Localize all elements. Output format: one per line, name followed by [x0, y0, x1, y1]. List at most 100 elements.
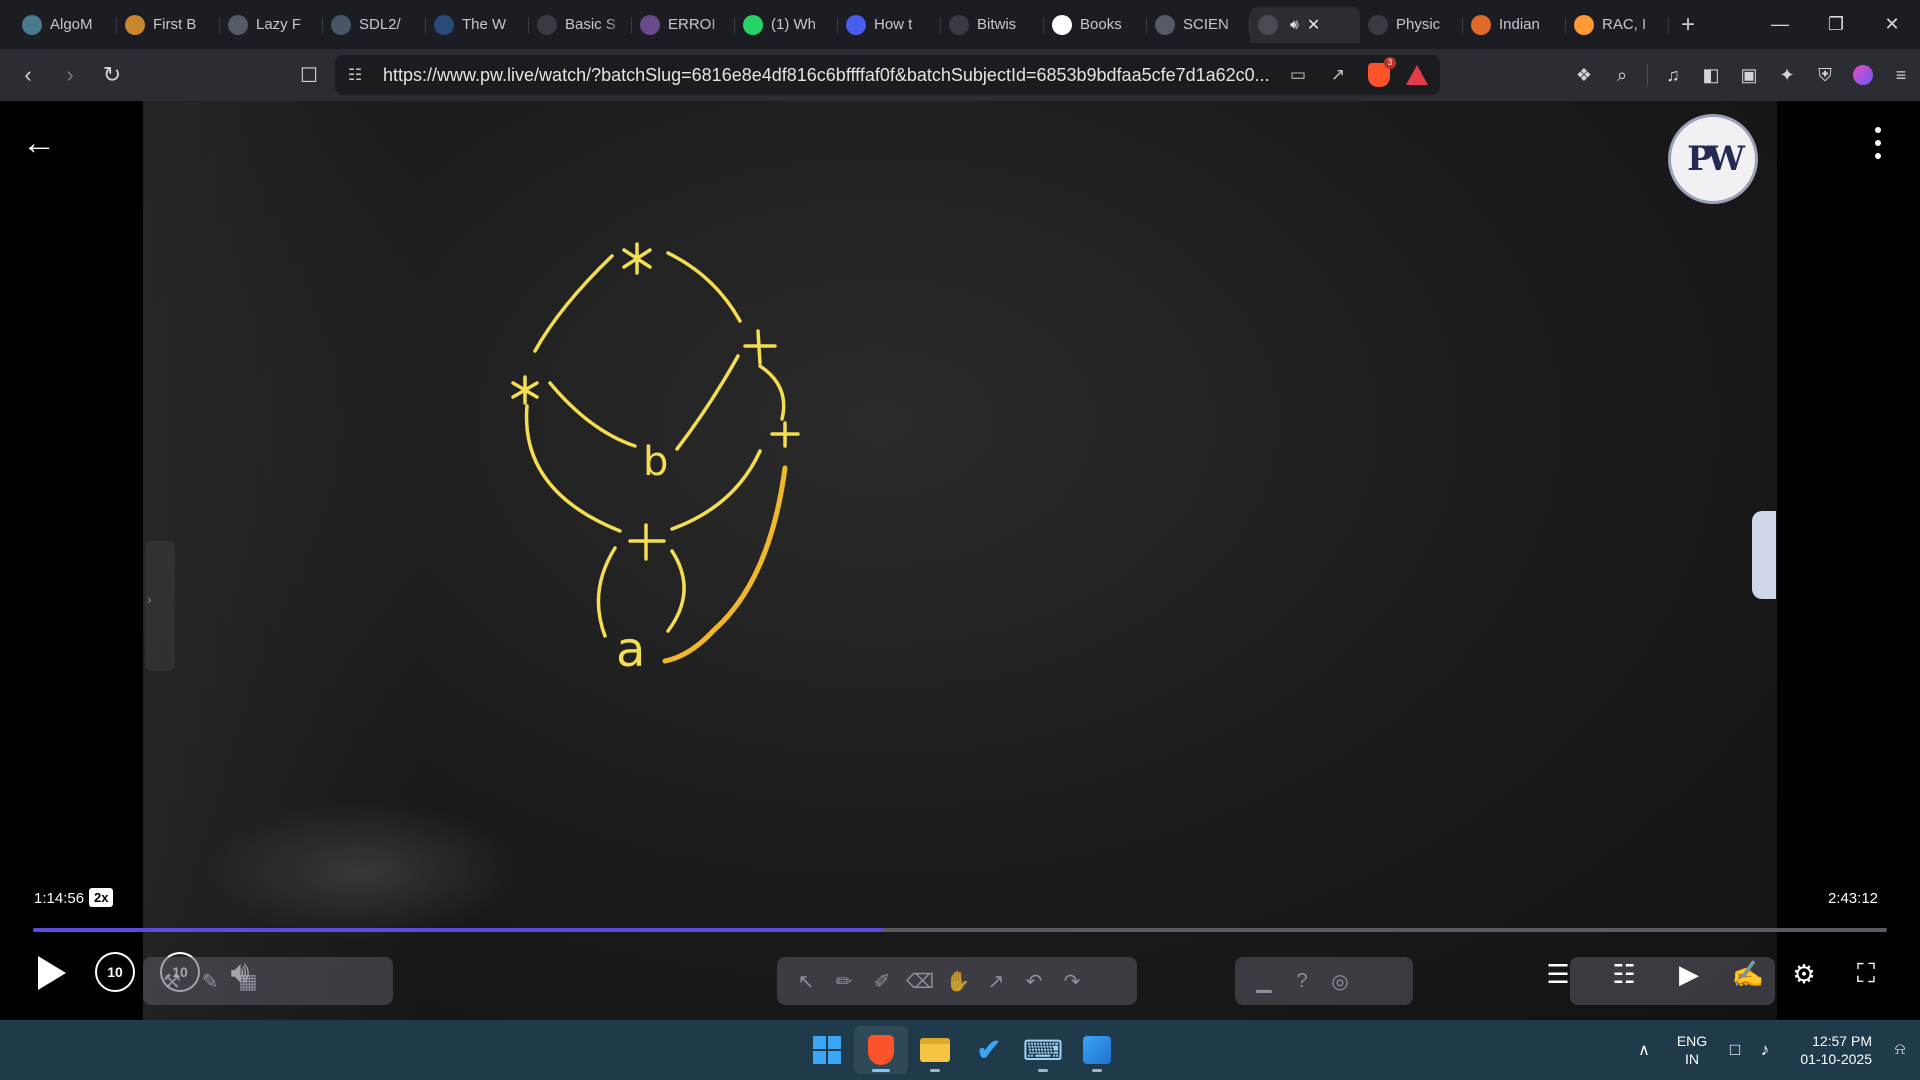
speaker-icon[interactable]: ♪ — [1750, 1040, 1780, 1060]
site-settings-icon[interactable]: ☷ — [335, 65, 375, 85]
browser-tab[interactable]: RAC, I — [1566, 7, 1669, 43]
node-b-label: b — [643, 439, 668, 485]
chat-icon[interactable]: ☰ — [1537, 953, 1579, 995]
browser-tab[interactable]: The W — [426, 7, 529, 43]
laser-icon: ↗ — [987, 970, 1005, 993]
brave-rewards-icon[interactable] — [1406, 65, 1428, 85]
cast-icon[interactable]: ▭ — [1278, 65, 1318, 85]
profile-icon[interactable] — [1844, 57, 1882, 93]
taskbar-explorer[interactable] — [908, 1026, 962, 1074]
back-button[interactable]: ‹ — [10, 57, 46, 93]
notes-icon[interactable]: ✍ — [1727, 953, 1769, 995]
bitwise-icon — [949, 14, 969, 35]
back-arrow-icon[interactable]: ← — [22, 123, 62, 163]
browser-tab[interactable]: Basic S — [529, 7, 632, 43]
sidebar-icon[interactable]: ◧ — [1692, 57, 1730, 93]
browser-tab[interactable]: Indian — [1463, 7, 1566, 43]
browser-tab[interactable]: Bitwis — [941, 7, 1044, 43]
tab-title: How t — [874, 16, 913, 33]
notification-bell-icon[interactable]: ⍾ — [1880, 1041, 1920, 1059]
reader-mode-icon[interactable]: ⌕ — [1603, 57, 1641, 93]
network-icon[interactable]: □ — [1720, 1040, 1750, 1060]
browser-tab[interactable]: SDL2/ — [323, 7, 426, 43]
extensions-area: ❖ ⌕ ♫ ◧ ▣ ✦ ⛨ ≡ — [1565, 57, 1920, 93]
google-icon — [1052, 14, 1072, 35]
tab-title: The W — [462, 16, 507, 33]
media-icon[interactable]: ♫ — [1654, 57, 1692, 93]
sdl-icon — [331, 14, 351, 35]
extensions-icon[interactable]: ❖ — [1565, 57, 1603, 93]
close-window-button[interactable]: ✕ — [1864, 0, 1920, 49]
wordpress-icon — [434, 14, 454, 35]
tools-icon: ⚒ — [163, 970, 181, 993]
close-tab-icon[interactable]: ✕ — [1307, 15, 1320, 35]
undo-icon: ↶ — [1025, 970, 1043, 993]
browser-tab[interactable]: AlgoM — [14, 7, 117, 43]
tab-title: Basic S — [565, 16, 616, 33]
new-tab-button[interactable]: + — [1669, 7, 1707, 43]
settings-icon[interactable]: ⚙ — [1783, 953, 1825, 995]
brave-shields-icon[interactable]: 3 — [1368, 57, 1396, 87]
progress-bar[interactable] — [33, 928, 1887, 932]
indian-icon — [1471, 14, 1491, 35]
show-hidden-icons[interactable]: ∧ — [1624, 1040, 1664, 1060]
left-panel-handle[interactable]: › — [145, 541, 175, 671]
taskbar-todo[interactable]: ✔ — [962, 1026, 1016, 1074]
browser-toolbar: ‹ › ↻ ☐ ☷ https://www.pw.live/watch/?bat… — [0, 49, 1920, 101]
browser-tab[interactable]: ERROI — [632, 7, 735, 43]
total-time: 2:43:12 — [1827, 890, 1878, 907]
clock[interactable]: 12:57 PM 01-10-2025 — [1780, 1032, 1880, 1068]
more-options-icon[interactable] — [1866, 123, 1890, 163]
tab-title: AlgoM — [50, 16, 93, 33]
fullscreen-icon[interactable]: ⛶ — [1845, 953, 1887, 995]
browser-tab[interactable]: (1) Wh — [735, 7, 838, 43]
plus-mark-right — [770, 421, 800, 448]
browser-tab[interactable]: How t — [838, 7, 941, 43]
toolbar-separator — [1647, 64, 1648, 86]
video-player[interactable]: b a › ← PW 1:14:56 2x 2:43:12 10 10 🔊︎ ⚒… — [0, 101, 1920, 1020]
star-mark-top — [622, 242, 652, 275]
url-text[interactable]: https://www.pw.live/watch/?batchSlug=681… — [375, 65, 1278, 86]
browser-tab[interactable]: First B — [117, 7, 220, 43]
rewind-10-button[interactable]: 10 — [95, 952, 135, 992]
vpn-icon[interactable]: ⛨ — [1806, 57, 1844, 93]
start-button[interactable] — [800, 1026, 854, 1074]
browser-tab[interactable]: Physic — [1360, 7, 1463, 43]
leo-ai-icon[interactable]: ✦ — [1768, 57, 1806, 93]
audio-playing-icon[interactable]: 🔊︎ — [1290, 16, 1299, 33]
pip-icon[interactable]: ▶ — [1668, 953, 1710, 995]
star-mark-left — [511, 375, 539, 405]
taskbar-brave[interactable] — [854, 1026, 908, 1074]
browser-tab[interactable]: Books — [1044, 7, 1147, 43]
taskbar-paint[interactable] — [1070, 1026, 1124, 1074]
browser-tab[interactable]: Lazy F — [220, 7, 323, 43]
marker-icon: ✐ — [873, 970, 891, 993]
browser-tab[interactable]: 🔊︎ ✕ — [1250, 6, 1360, 43]
play-button[interactable] — [30, 951, 74, 995]
reload-button[interactable]: ↻ — [94, 57, 130, 93]
globe-icon — [228, 14, 248, 35]
taskbar-apps: ✔ ⌨ — [800, 1026, 1124, 1074]
share-icon[interactable]: ↗ — [1318, 65, 1358, 85]
brave-icon — [868, 1035, 894, 1065]
browser-tab[interactable]: SCIEN — [1147, 7, 1250, 43]
right-panel-handle[interactable] — [1752, 511, 1776, 599]
highlighter-icon: ✎ — [201, 970, 219, 993]
bookmark-icon[interactable]: ☐ — [293, 57, 325, 93]
taskbar-keyboard[interactable]: ⌨ — [1016, 1026, 1070, 1074]
error-icon — [640, 14, 660, 35]
menu-icon[interactable]: ≡ — [1882, 57, 1920, 93]
minimize-button[interactable]: — — [1752, 0, 1808, 49]
language-indicator[interactable]: ENG IN — [1664, 1032, 1720, 1068]
board-tools-left: ⚒ ✎ ▦ — [143, 957, 393, 1005]
wiki-icon — [1368, 14, 1388, 35]
forward-button[interactable]: › — [52, 57, 88, 93]
clock-time: 12:57 PM — [1812, 1033, 1872, 1049]
restore-button[interactable]: ❐ — [1808, 0, 1864, 49]
tab-list: AlgoM First B Lazy F SDL2/The W Basic S ERROI… — [0, 0, 1669, 49]
speed-badge[interactable]: 2x — [89, 888, 114, 907]
translate-icon[interactable]: ☷ — [1603, 953, 1645, 995]
wallet-icon[interactable]: ▣ — [1730, 57, 1768, 93]
address-bar[interactable]: ☷ https://www.pw.live/watch/?batchSlug=6… — [335, 55, 1440, 95]
tab-title: Physic — [1396, 16, 1441, 33]
